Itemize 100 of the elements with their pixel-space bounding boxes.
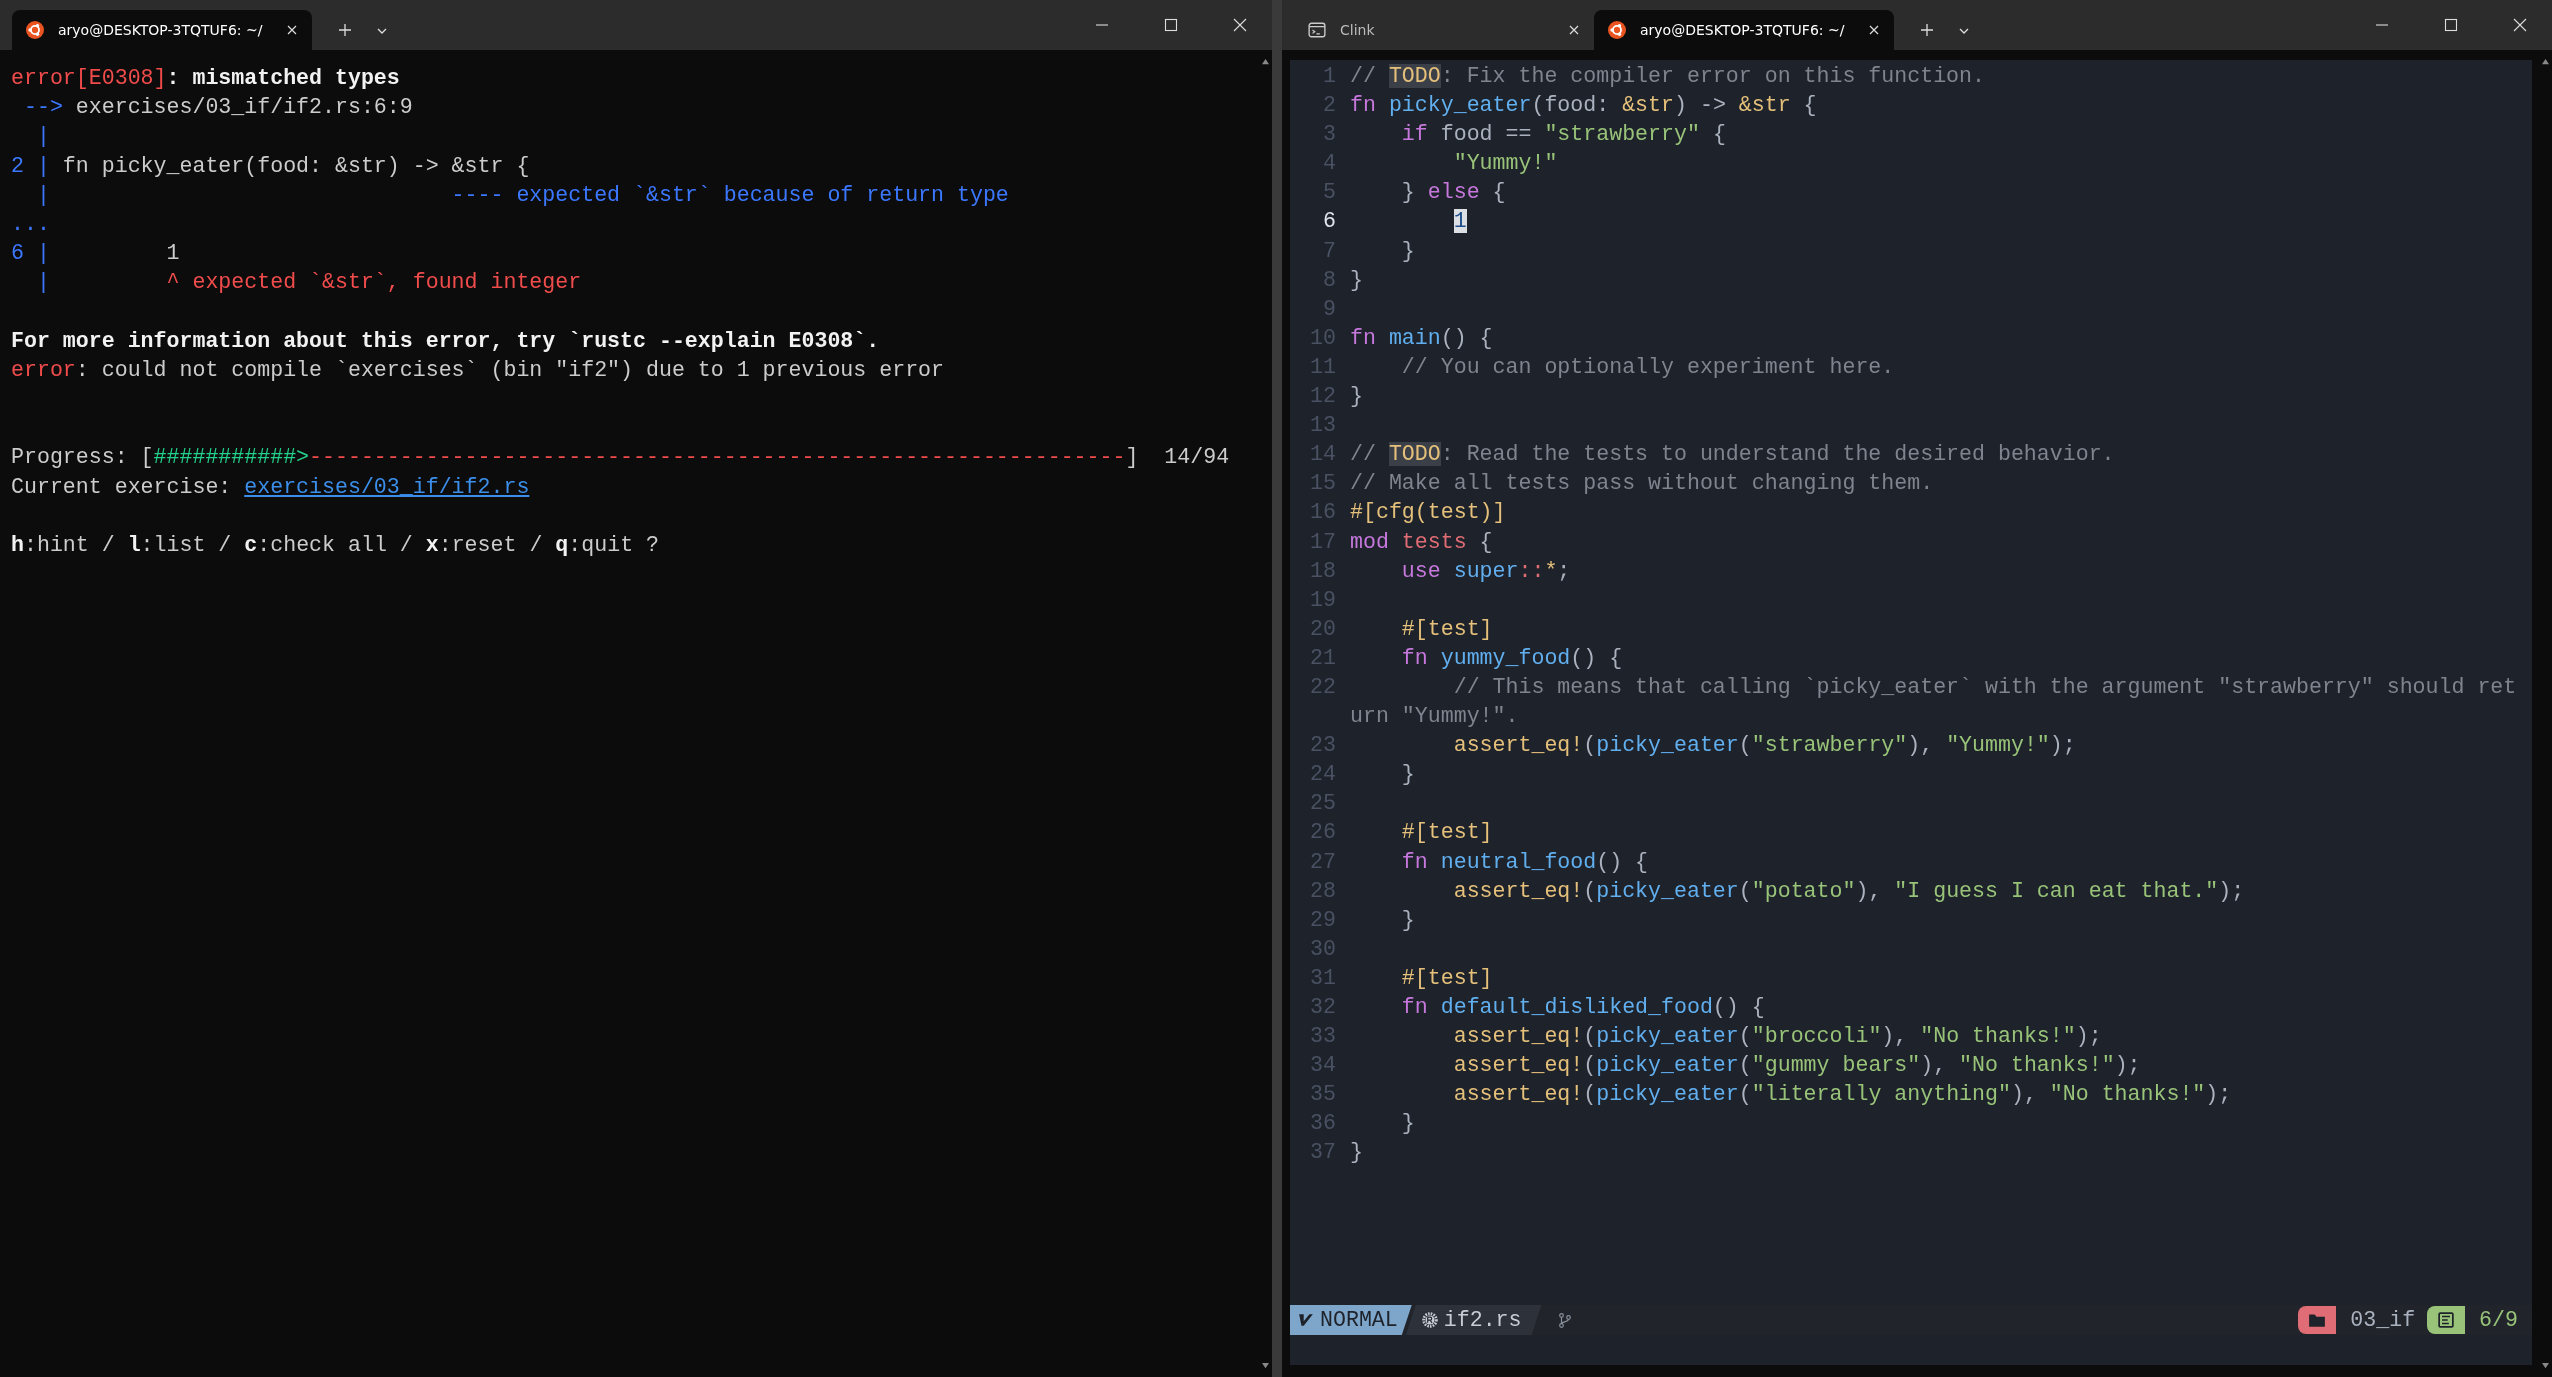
line-number: 20 bbox=[1309, 615, 1336, 643]
line-number: 14 bbox=[1309, 441, 1336, 469]
line-number: 27 bbox=[1309, 848, 1336, 876]
line-number: 5 bbox=[1322, 179, 1336, 207]
terminal-line: 2 | fn picky_eater(food: &str) -> &str { bbox=[11, 152, 531, 180]
code-line: // This means that calling `picky_eater` with the argument "strawberry" should ret bbox=[1452, 673, 2517, 701]
terminal-line: ... bbox=[11, 210, 51, 238]
line-number: 28 bbox=[1309, 877, 1336, 905]
terminal-line: | ---- expected `&str` because of return type bbox=[35, 181, 1010, 209]
line-number: 10 bbox=[1309, 324, 1336, 352]
close-icon[interactable] bbox=[1868, 24, 1880, 36]
terminal-line: error: could not compile `exercises` (bin "if2") due to 1 previous error bbox=[11, 356, 945, 384]
code-line: if food == "strawberry" { bbox=[1400, 121, 1726, 149]
code-line: #[cfg(test)] bbox=[1350, 499, 1506, 527]
line-number: 33 bbox=[1309, 1023, 1336, 1051]
line-number: 34 bbox=[1309, 1052, 1336, 1080]
code-line: } bbox=[1350, 266, 1363, 294]
terminal-line: --> exercises/03_if/if2.rs:6:9 bbox=[22, 94, 414, 122]
terminal-line: | ^ expected `&str`, found integer bbox=[35, 269, 583, 297]
tab[interactable]: Clink bbox=[1294, 10, 1594, 50]
terminal-line: error[E0308]: mismatched types bbox=[11, 65, 401, 92]
line-number: 32 bbox=[1309, 994, 1336, 1021]
code-line: } bbox=[1350, 383, 1363, 411]
ubuntu-icon bbox=[26, 21, 44, 39]
terminal-line: For more information about this error, try `rustc --explain E0308`. bbox=[11, 327, 881, 355]
file-link[interactable]: exercises/03_if/if2.rs bbox=[244, 474, 530, 499]
line-number: 2 bbox=[1322, 92, 1336, 120]
tab[interactable]: aryo@DESKTOP-3TQTUF6: ~/ bbox=[12, 10, 312, 50]
scroll-up-icon[interactable] bbox=[2540, 58, 2550, 65]
line-number: 36 bbox=[1309, 1110, 1336, 1138]
line-number: 7 bbox=[1322, 237, 1336, 265]
code-line: } bbox=[1400, 906, 1415, 934]
git-branch-icon bbox=[1557, 1311, 1572, 1329]
code-line: assert_eq!(picky_eater("potato"), "I guess I can eat that."); bbox=[1452, 877, 2245, 905]
line-number: 23 bbox=[1309, 732, 1336, 760]
code-line: // TODO: Fix the compiler error on this function. bbox=[1350, 63, 1985, 90]
add-icon[interactable] bbox=[1920, 23, 1934, 37]
line-number: 9 bbox=[1322, 295, 1336, 323]
code-line: // You can optionally experiment here. bbox=[1400, 353, 1895, 381]
code-line: } bbox=[1400, 761, 1415, 789]
vim-icon bbox=[1298, 1312, 1314, 1328]
code-line: assert_eq!(picky_eater("broccoli"), "No thanks!"); bbox=[1452, 1023, 2102, 1051]
tab-title: aryo@DESKTOP-3TQTUF6: ~/ bbox=[58, 22, 264, 38]
code-line: fn yummy_food() { bbox=[1400, 644, 1623, 672]
line-number: 19 bbox=[1309, 586, 1336, 614]
line-number: 35 bbox=[1309, 1081, 1336, 1109]
code-line: } else { bbox=[1400, 179, 1506, 207]
line-number: 15 bbox=[1309, 470, 1336, 498]
terminal-line: Progress: [###########>---------------------------------------------------------------] 14/94 bbox=[11, 444, 1231, 472]
close-icon[interactable] bbox=[286, 24, 298, 36]
code-line: use super::*; bbox=[1400, 557, 1571, 585]
code-line: // Make all tests pass without changing them. bbox=[1350, 470, 1934, 498]
file-name: if2.rs bbox=[1443, 1308, 1522, 1332]
maximize-icon[interactable] bbox=[1164, 18, 1178, 32]
line-number: 29 bbox=[1309, 906, 1336, 934]
code-line: } bbox=[1350, 1139, 1363, 1167]
code-line: fn picky_eater(food: &str) -> &str { bbox=[1350, 92, 1817, 120]
scroll-down-icon[interactable] bbox=[1260, 1362, 1270, 1369]
close-icon[interactable] bbox=[2513, 18, 2527, 32]
code-line: mod tests { bbox=[1350, 528, 1493, 556]
code-line: } bbox=[1400, 1110, 1415, 1138]
line-number: 37 bbox=[1309, 1139, 1336, 1167]
terminal-line: 6 | 1 bbox=[11, 240, 181, 268]
code-line: #[test] bbox=[1400, 964, 1493, 992]
maximize-icon[interactable] bbox=[2444, 18, 2458, 32]
add-icon[interactable] bbox=[338, 23, 352, 37]
line-number: 21 bbox=[1309, 644, 1336, 672]
code-line: #[test] bbox=[1400, 819, 1493, 847]
terminal-line: Current exercise: exercises/03_if/if2.rs bbox=[11, 473, 531, 501]
line-number: 4 bbox=[1322, 150, 1336, 178]
code-line: fn main() { bbox=[1350, 324, 1493, 352]
scroll-up-icon[interactable] bbox=[1260, 58, 1270, 65]
directory-name: 03_if bbox=[2350, 1308, 2416, 1332]
ubuntu-icon bbox=[1608, 21, 1626, 39]
code-line: fn neutral_food() { bbox=[1400, 848, 1649, 876]
code-line: assert_eq!(picky_eater("literally anything"), "No thanks!"); bbox=[1452, 1081, 2232, 1109]
terminal-line: | bbox=[35, 123, 51, 151]
cursor-position: 6/9 bbox=[2479, 1308, 2518, 1332]
line-number: 8 bbox=[1322, 266, 1336, 294]
line-number: 6 bbox=[1322, 208, 1336, 236]
line-number: 31 bbox=[1309, 964, 1336, 992]
terminal-line: h:hint / l:list / c:check all / x:reset / q:quit ? bbox=[11, 532, 660, 559]
code-line: fn default_disliked_food() { bbox=[1400, 994, 1765, 1021]
line-number: 3 bbox=[1322, 121, 1336, 149]
tab[interactable]: aryo@DESKTOP-3TQTUF6: ~/ bbox=[1594, 10, 1894, 50]
close-icon[interactable] bbox=[1233, 18, 1247, 32]
line-number: 13 bbox=[1309, 412, 1336, 440]
code-line: urn "Yummy!". bbox=[1350, 703, 1519, 731]
line-number: 1 bbox=[1322, 63, 1336, 90]
line-number: 30 bbox=[1309, 935, 1336, 963]
scroll-down-icon[interactable] bbox=[2540, 1362, 2550, 1369]
line-number: 25 bbox=[1309, 790, 1336, 818]
line-number: 17 bbox=[1309, 528, 1336, 556]
code-line: #[test] bbox=[1400, 615, 1493, 643]
line-number: 22 bbox=[1309, 673, 1336, 701]
line-number: 12 bbox=[1309, 383, 1336, 411]
close-icon[interactable] bbox=[1568, 24, 1580, 36]
code-line: "Yummy!" bbox=[1452, 150, 1558, 178]
line-number: 26 bbox=[1309, 819, 1336, 847]
code-line: } bbox=[1400, 237, 1415, 265]
